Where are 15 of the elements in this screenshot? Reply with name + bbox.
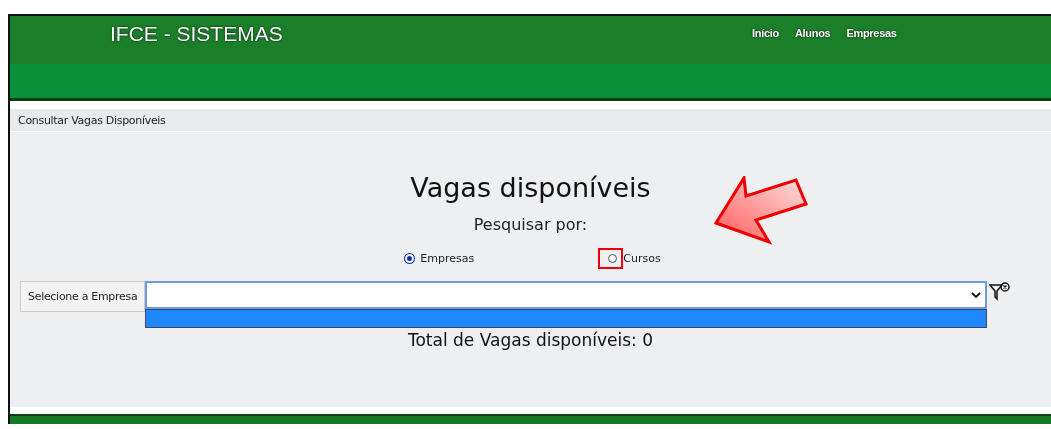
dropdown-option[interactable] <box>145 309 988 328</box>
nav-link[interactable]: Alunos <box>794 27 831 39</box>
radio-button[interactable] <box>608 254 618 263</box>
chevron-down-icon <box>971 292 982 298</box>
filter-clear-icon[interactable] <box>989 281 1012 303</box>
site-title: IFCE - SISTEMAS <box>110 21 284 46</box>
nav-link[interactable]: Empresas <box>846 27 897 39</box>
radio-label: Empresas <box>420 252 475 265</box>
breadcrumb-text: Consultar Vagas Disponíveis <box>17 113 166 127</box>
select-label: Selecione a Empresa <box>20 281 146 312</box>
total-text: Total de Vagas disponíveis: 0 <box>407 330 654 350</box>
radio-label: Cursos <box>623 252 661 265</box>
nav-link[interactable]: Início <box>752 27 779 39</box>
search-label: Pesquisar por: <box>473 215 588 234</box>
page-heading: Vagas disponíveis <box>410 172 651 203</box>
